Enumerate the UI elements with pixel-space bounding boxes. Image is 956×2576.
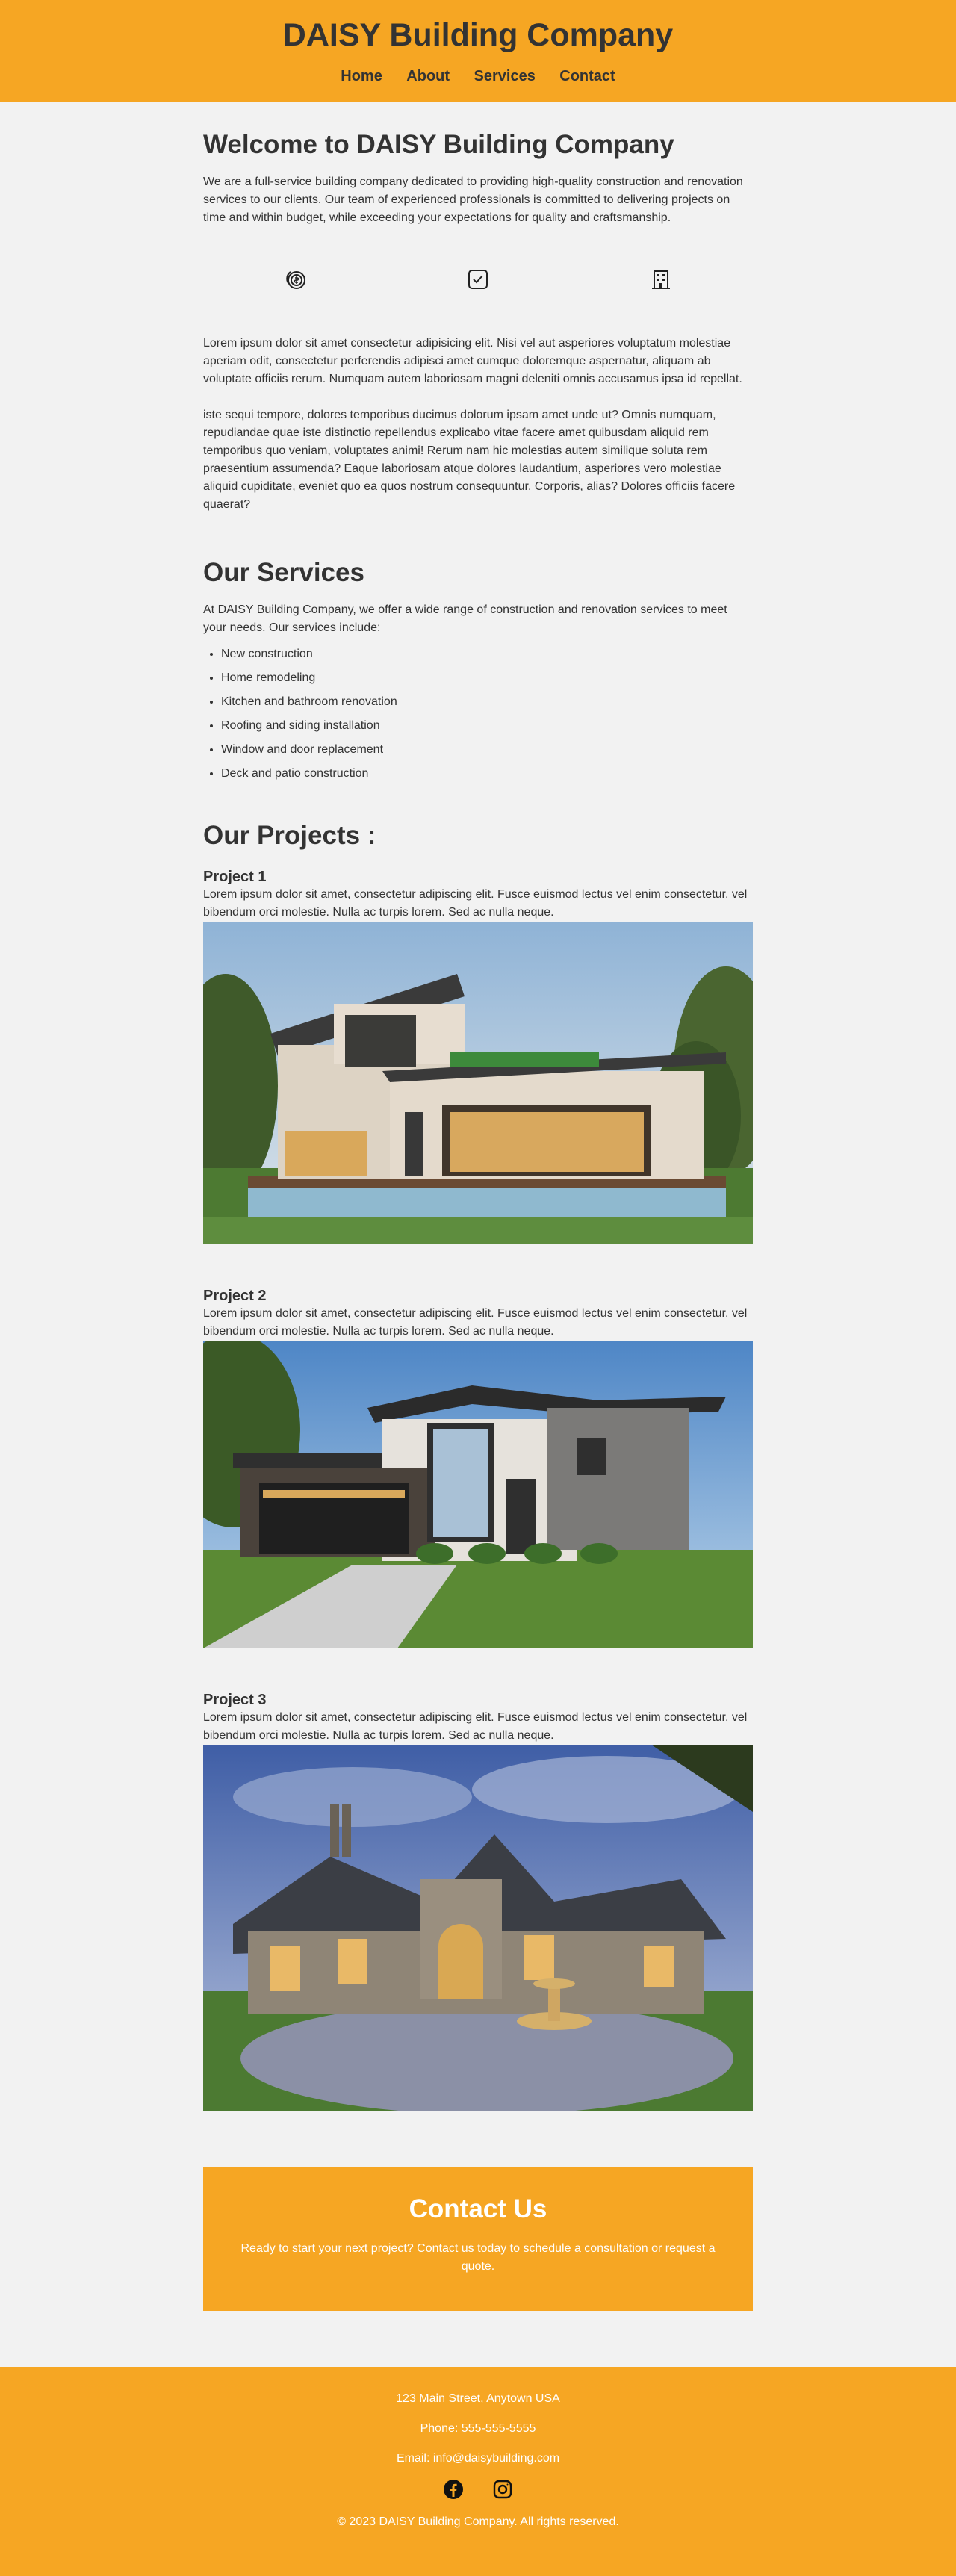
contact-text: Ready to start your next project? Contac… — [240, 2242, 716, 2273]
welcome-section: Welcome to DAISY Building Company We are… — [203, 102, 753, 514]
services-section: Our Services At DAISY Building Company, … — [203, 557, 753, 781]
intro-paragraph-1: Lorem ipsum dolor sit amet consectetur a… — [203, 337, 742, 385]
services-title: Our Services — [203, 558, 364, 587]
main-content: Welcome to DAISY Building Company We are… — [203, 102, 753, 2311]
site-header: DAISY Building Company Home About Servic… — [0, 0, 956, 102]
project-description: Lorem ipsum dolor sit amet, consectetur … — [203, 1307, 748, 1338]
project-card: Project 3 Lorem ipsum dolor sit amet, co… — [203, 1691, 753, 2114]
instagram-icon[interactable] — [492, 2479, 513, 2500]
service-item: Window and door replacement — [221, 742, 753, 757]
service-item: Roofing and siding installation — [221, 719, 753, 733]
site-footer: 123 Main Street, Anytown USA Phone: 555-… — [0, 2367, 956, 2576]
welcome-title: Welcome to DAISY Building Company — [203, 130, 674, 159]
site-title: DAISY Building Company — [282, 17, 674, 53]
footer-copyright: © 2023 DAISY Building Company. All right… — [337, 2516, 619, 2528]
services-intro: At DAISY Building Company, we offer a wi… — [203, 603, 727, 634]
project-2-image — [203, 1341, 753, 1652]
main-nav: Home About Services Contact — [0, 68, 956, 85]
service-item: Kitchen and bathroom renovation — [221, 695, 753, 710]
project-3-image — [203, 1745, 753, 2114]
social-links — [0, 2479, 956, 2500]
nav-home[interactable]: Home — [341, 68, 382, 85]
footer-email: Email: info@daisybuilding.com — [396, 2452, 560, 2465]
facebook-icon[interactable] — [443, 2479, 464, 2500]
building-icon — [648, 267, 674, 292]
project-card: Project 1 Lorem ipsum dolor sit amet, co… — [203, 868, 753, 1248]
service-item: Deck and patio construction — [221, 766, 753, 781]
project-title: Project 2 — [203, 1288, 267, 1304]
service-item: New construction — [221, 647, 753, 662]
projects-section: Our Projects : Project 1 Lorem ipsum dol… — [203, 820, 753, 2114]
project-title: Project 1 — [203, 869, 267, 885]
project-title: Project 3 — [203, 1692, 267, 1708]
coins-icon — [282, 267, 308, 292]
projects-title: Our Projects : — [203, 821, 376, 850]
services-list: New construction Home remodeling Kitchen… — [203, 647, 753, 781]
footer-address: 123 Main Street, Anytown USA — [396, 2392, 560, 2405]
footer-phone: Phone: 555-555-5555 — [420, 2422, 536, 2435]
project-1-image — [203, 922, 753, 1248]
project-description: Lorem ipsum dolor sit amet, consectetur … — [203, 888, 748, 919]
project-description: Lorem ipsum dolor sit amet, consectetur … — [203, 1711, 748, 1742]
welcome-text: We are a full-service building company d… — [203, 176, 743, 224]
contact-section: Contact Us Ready to start your next proj… — [203, 2167, 753, 2311]
intro-paragraph-2: iste sequi tempore, dolores temporibus d… — [203, 409, 736, 511]
nav-about[interactable]: About — [406, 68, 450, 85]
feature-icons — [203, 264, 753, 294]
project-card: Project 2 Lorem ipsum dolor sit amet, co… — [203, 1287, 753, 1652]
nav-contact[interactable]: Contact — [559, 68, 615, 85]
contact-title: Contact Us — [409, 2194, 547, 2223]
checkbox-icon — [465, 267, 491, 292]
nav-services[interactable]: Services — [474, 68, 536, 85]
service-item: Home remodeling — [221, 671, 753, 686]
